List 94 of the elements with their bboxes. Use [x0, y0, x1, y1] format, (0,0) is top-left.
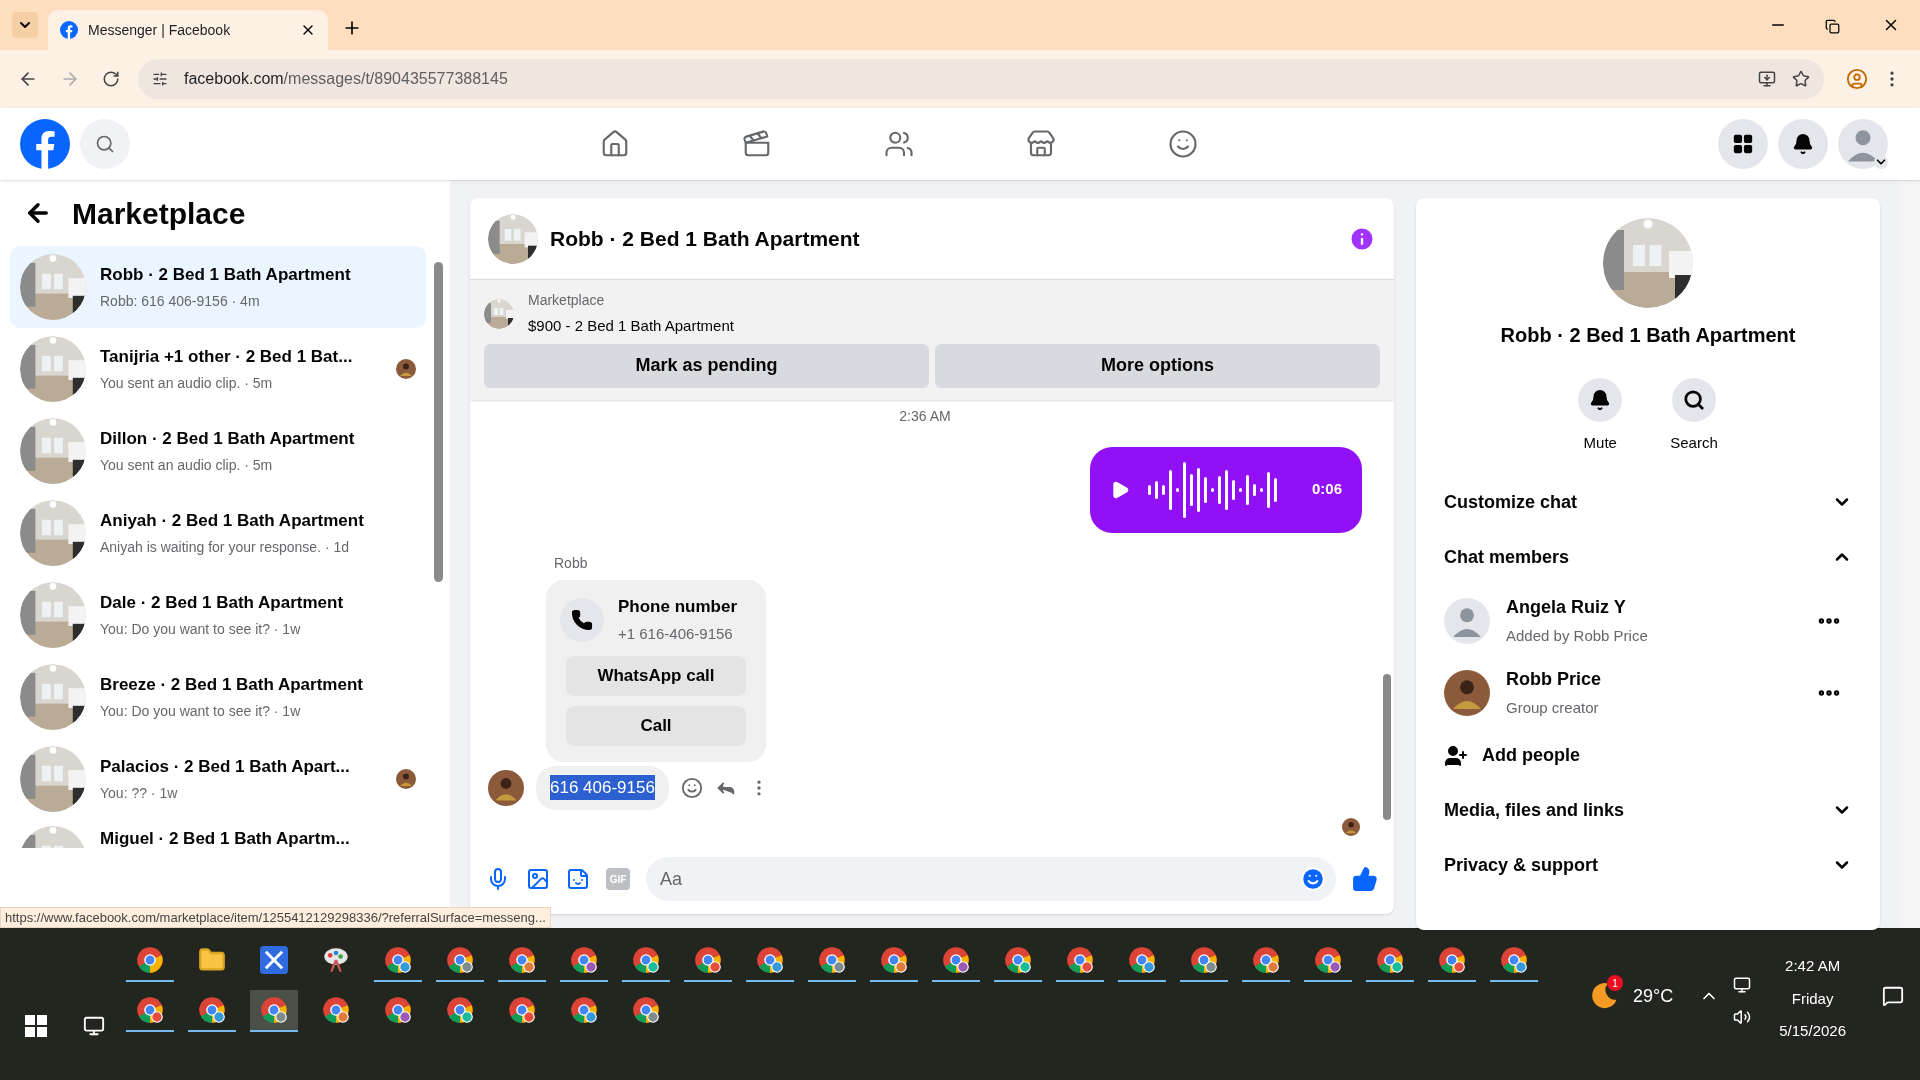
- apps-menu-button[interactable]: [1718, 119, 1768, 169]
- message-field[interactable]: Aa: [646, 857, 1336, 901]
- search-button[interactable]: [80, 119, 130, 169]
- avatar: [1444, 597, 1490, 644]
- conversation-preview: Aniyah is waiting for your response. · 1d: [100, 538, 350, 558]
- add-person-icon[interactable]: [1444, 743, 1468, 768]
- avatar: [1342, 817, 1360, 836]
- sender-name: Robb: [554, 553, 589, 573]
- call-button[interactable]: WhatsApp call: [566, 655, 746, 696]
- avatar: [488, 769, 524, 806]
- home-icon[interactable]: [600, 129, 630, 159]
- bell-icon[interactable]: [1792, 133, 1814, 155]
- section-header[interactable]: Media, files and links: [1436, 782, 1860, 838]
- member-name: Robb Price: [1506, 667, 1603, 691]
- browser-taskbar-icon[interactable]: [250, 990, 298, 1032]
- notifications-icon[interactable]: [1882, 985, 1904, 1007]
- conversation-preview: You sent an audio clip. · 5m: [100, 456, 274, 476]
- scrollbar[interactable]: [1900, 180, 1920, 928]
- call-button[interactable]: Call: [566, 705, 746, 746]
- conversation-title: Tanijria +1 other · 2 Bed 1 Bat...: [100, 345, 354, 368]
- url-host: facebook.com: [184, 70, 284, 87]
- browser-tab[interactable]: Messenger | Facebook: [48, 10, 328, 50]
- conversation-preview: You sent an audio clip. · 5m: [100, 374, 274, 394]
- address-field[interactable]: facebook.com/messages/t/890435577388145: [138, 59, 1824, 99]
- like-icon[interactable]: [1352, 866, 1378, 892]
- facebook-logo-icon[interactable]: [20, 119, 70, 169]
- conversation-title: Palacios · 2 Bed 1 Bath Apart...: [100, 755, 351, 778]
- notifications-button[interactable]: [1778, 119, 1828, 169]
- listing-action-button[interactable]: Mark as pending: [484, 343, 929, 388]
- member-role: Group creator: [1506, 697, 1600, 718]
- clock-time: 2:42 AM: [1785, 956, 1841, 977]
- network-icon[interactable]: [1733, 976, 1752, 994]
- message-text: 616 406-9156: [550, 774, 655, 801]
- react-icon[interactable]: [680, 776, 703, 799]
- timestamp: 2:36 AM: [899, 406, 951, 426]
- section-header[interactable]: Customize chat: [1436, 474, 1860, 530]
- sidebar-title: Marketplace: [72, 195, 246, 232]
- listing-name: $900 - 2 Bed 1 Bath Apartment: [528, 316, 734, 336]
- tab-title: Messenger | Facebook: [88, 20, 232, 40]
- avatar: [396, 359, 416, 379]
- play-icon[interactable]: [1110, 479, 1130, 500]
- avatar: [1444, 669, 1490, 716]
- temperature: 29°C: [1633, 984, 1674, 1008]
- listing-label: Marketplace: [528, 291, 606, 310]
- phone-icon: [560, 597, 604, 642]
- conversation-title: Dillon · 2 Bed 1 Bath Apartment: [100, 427, 356, 450]
- audio-duration: 0:06: [1311, 479, 1342, 500]
- chat-title: Robb · 2 Bed 1 Bath Apartment: [550, 225, 861, 252]
- search-icon[interactable]: [1683, 389, 1705, 411]
- status-url: https://www.facebook.com/marketplace/item/1255412129298336/?referralSurface=messeng...: [0, 906, 551, 928]
- profile-icon[interactable]: [1846, 68, 1868, 90]
- notification-badge: 1: [1607, 975, 1624, 991]
- audio-message[interactable]: 0:06: [1090, 446, 1362, 533]
- avatar: [1838, 119, 1888, 169]
- bell-icon[interactable]: [1589, 389, 1612, 411]
- tab-list-button[interactable]: [12, 12, 38, 38]
- details-title: Robb · 2 Bed 1 Bath Apartment: [1500, 323, 1796, 348]
- conversation-title: Aniyah · 2 Bed 1 Bath Apartment: [100, 509, 365, 532]
- site-settings-icon[interactable]: [152, 71, 168, 87]
- conversation-title: Dale · 2 Bed 1 Bath Apartment: [100, 591, 345, 614]
- add-people-button[interactable]: Add people: [1436, 728, 1860, 783]
- video-icon[interactable]: [742, 129, 772, 159]
- sticker-icon[interactable]: [566, 867, 590, 891]
- member-role: Added by Robb Price: [1506, 625, 1649, 646]
- volume-icon[interactable]: [1733, 1008, 1752, 1026]
- task-view-icon[interactable]: [83, 1014, 105, 1037]
- section-header[interactable]: Privacy & support: [1436, 837, 1860, 893]
- chevron-down-icon[interactable]: [1874, 155, 1888, 169]
- store-icon[interactable]: [1026, 129, 1056, 159]
- section-header[interactable]: Chat members: [1436, 529, 1860, 585]
- clock-day: Friday: [1791, 987, 1834, 1011]
- install-icon[interactable]: [1758, 70, 1776, 88]
- windows-start-icon[interactable]: [25, 1014, 47, 1037]
- conversation-preview: You: ?? · 1w: [100, 784, 179, 804]
- friends-icon[interactable]: [884, 129, 914, 159]
- image-icon[interactable]: [526, 867, 550, 891]
- phone-number: +1 616-406-9156: [618, 624, 734, 644]
- listing-action-button[interactable]: More options: [935, 343, 1380, 388]
- conversation-preview: You: Do you want to see it? · 1w: [100, 702, 302, 722]
- avatar: [396, 769, 416, 789]
- conversation-title: Robb · 2 Bed 1 Bath Apartment: [100, 263, 352, 286]
- conversation-preview: Robb: 616 406-9156 · 4m: [100, 292, 261, 312]
- conversation-item[interactable]: Robb · 2 Bed 1 Bath Apartment Robb: 616 406-9156 · 4m: [10, 246, 426, 328]
- phone-card-title: Phone number: [618, 595, 737, 618]
- clock-date: 5/15/2026: [1779, 1021, 1846, 1042]
- member-name: Angela Ruiz Y: [1506, 595, 1627, 619]
- grid-icon[interactable]: [1732, 133, 1754, 155]
- conversation-title: Breeze · 2 Bed 1 Bath Apartment: [100, 673, 364, 696]
- facebook-logo-icon: [60, 21, 78, 39]
- url-path: /messages/t/890435577388145: [283, 70, 508, 87]
- bookmark-star-icon[interactable]: [1792, 70, 1810, 88]
- conversation-preview: You: Do you want to see it? · 1w: [100, 620, 302, 640]
- restore-icon[interactable]: [1825, 19, 1840, 34]
- reload-icon[interactable]: [102, 70, 120, 88]
